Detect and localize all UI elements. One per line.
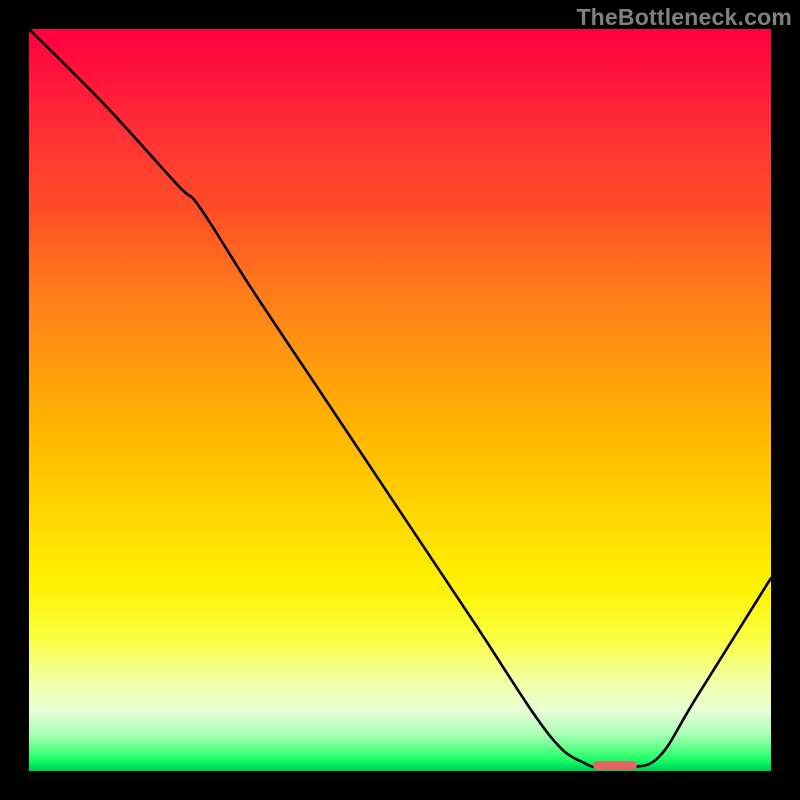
plot-area — [29, 29, 771, 771]
optimum-marker — [593, 761, 638, 770]
watermark-text: TheBottleneck.com — [576, 4, 792, 31]
chart-frame: TheBottleneck.com — [0, 0, 800, 800]
bottleneck-curve — [29, 29, 771, 771]
